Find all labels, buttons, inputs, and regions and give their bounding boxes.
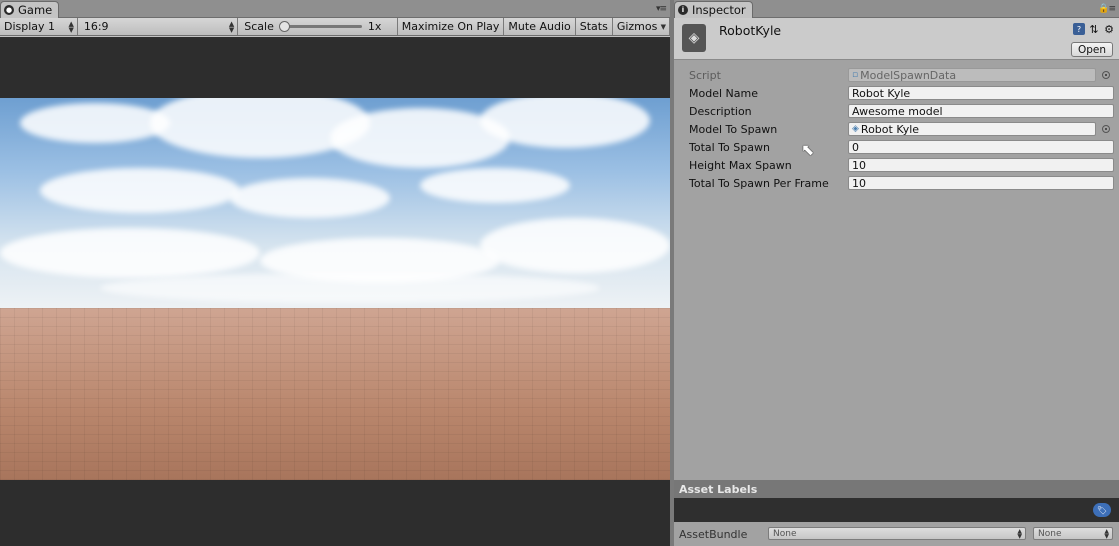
scale-slider-knob[interactable] xyxy=(278,21,290,32)
field-value: 0 xyxy=(852,140,859,154)
model-to-spawn-object-field[interactable]: ◈ Robot Kyle xyxy=(848,122,1110,136)
field-label: Total To Spawn xyxy=(689,140,770,154)
gizmos-label: Gizmos xyxy=(616,20,658,33)
model-name-input[interactable]: Robot Kyle xyxy=(848,86,1114,100)
stats-label: Stats xyxy=(579,20,608,33)
field-value: 10 xyxy=(852,176,866,190)
script-object-field: ▫ ModelSpawnData xyxy=(848,68,1110,82)
field-label: Description xyxy=(689,104,752,118)
tab-game[interactable]: ● Game xyxy=(0,1,60,18)
field-value: Awesome model xyxy=(852,104,943,118)
inspector-header: ◈ RobotKyle ? ⇅ ⚙ Open xyxy=(674,18,1119,60)
skybox xyxy=(0,98,670,310)
inspector-tab-bar: i Inspector 🔒≡ xyxy=(674,0,1119,18)
field-total-to-spawn: Total To Spawn 0 xyxy=(689,139,1114,155)
field-model-to-spawn: Model To Spawn ◈ Robot Kyle xyxy=(689,121,1114,137)
header-icons: ? ⇅ ⚙ xyxy=(1073,23,1115,36)
object-picker-icon[interactable] xyxy=(1102,125,1110,133)
scale-value: 1x xyxy=(367,20,382,33)
updown-arrow-icon: ▲ ▼ xyxy=(1104,528,1109,540)
letterbox-top xyxy=(0,37,670,98)
scale-control: Scale 1x xyxy=(238,18,398,35)
tab-game-label: Game xyxy=(18,3,53,17)
field-label: Model To Spawn xyxy=(689,122,778,136)
script-icon: ▫ xyxy=(852,70,859,80)
lock-menu-icon[interactable]: 🔒≡ xyxy=(1098,4,1116,14)
game-tab-bar: ● Game ▾≡ xyxy=(0,0,670,18)
stats-button[interactable]: Stats xyxy=(576,18,613,35)
open-button[interactable]: Open xyxy=(1070,42,1113,57)
display-select[interactable]: Display 1 ▲ ▼ xyxy=(0,18,78,35)
tag-icon[interactable]: 🏷 xyxy=(1093,503,1111,517)
field-height-max-spawn: Height Max Spawn 10 xyxy=(689,157,1114,173)
field-value: Robot Kyle xyxy=(860,122,920,136)
game-view-panel: ● Game ▾≡ Display 1 ▲ ▼ 16:9 ▲ ▼ Scale 1x … xyxy=(0,0,670,546)
asset-bundle-value: None xyxy=(773,528,797,539)
asset-name: RobotKyle xyxy=(719,23,782,38)
asset-bundle-label: AssetBundle xyxy=(679,527,748,541)
preset-sliders-icon[interactable]: ⇅ xyxy=(1088,23,1100,36)
field-value: ModelSpawnData xyxy=(860,68,957,82)
gear-icon[interactable]: ⚙ xyxy=(1103,23,1115,36)
total-to-spawn-per-frame-input[interactable]: 10 xyxy=(848,176,1114,190)
maximize-on-play-button[interactable]: Maximize On Play xyxy=(398,18,505,35)
field-value: 10 xyxy=(852,158,866,172)
letterbox-bottom xyxy=(0,480,670,546)
mouse-cursor-icon: ⬉ xyxy=(801,140,815,159)
wood-floor xyxy=(0,308,670,480)
dropdown-arrow-icon: ▼ xyxy=(660,23,666,31)
mute-audio-button[interactable]: Mute Audio xyxy=(504,18,576,35)
field-model-name: Model Name Robot Kyle xyxy=(689,85,1114,101)
gizmos-button[interactable]: Gizmos ▼ xyxy=(613,18,670,35)
description-input[interactable]: Awesome model xyxy=(848,104,1114,118)
field-label: Height Max Spawn xyxy=(689,158,792,172)
updown-arrow-icon: ▲ ▼ xyxy=(1017,528,1022,540)
game-render-view[interactable] xyxy=(0,98,670,480)
field-description: Description Awesome model xyxy=(689,103,1114,119)
total-to-spawn-input[interactable]: 0 xyxy=(848,140,1114,154)
updown-arrow-icon: ▲ ▼ xyxy=(68,20,74,34)
inspector-panel: i Inspector 🔒≡ ◈ RobotKyle ? ⇅ ⚙ Open Sc… xyxy=(674,0,1119,546)
maximize-on-play-label: Maximize On Play xyxy=(401,20,500,33)
game-toolbar: Display 1 ▲ ▼ 16:9 ▲ ▼ Scale 1x Maximize O… xyxy=(0,18,670,36)
info-icon: i xyxy=(678,5,688,15)
unity-asset-icon: ◈ xyxy=(682,24,706,52)
asset-bundle-variant-select[interactable]: None ▲ ▼ xyxy=(1033,527,1113,540)
field-value: Robot Kyle xyxy=(852,86,911,100)
asset-labels-header[interactable]: Asset Labels xyxy=(674,480,1119,498)
updown-arrow-icon: ▲ ▼ xyxy=(228,20,235,34)
mute-audio-label: Mute Audio xyxy=(508,20,571,33)
asset-bundle-select[interactable]: None ▲ ▼ xyxy=(768,527,1026,540)
scale-slider[interactable] xyxy=(278,21,362,32)
asset-bundle-row: AssetBundle None ▲ ▼ None ▲ ▼ xyxy=(674,522,1119,546)
field-label: Total To Spawn Per Frame xyxy=(689,176,829,190)
height-max-spawn-input[interactable]: 10 xyxy=(848,158,1114,172)
panel-menu-icon[interactable]: ▾≡ xyxy=(656,4,667,14)
field-label: Model Name xyxy=(689,86,758,100)
object-picker-icon xyxy=(1102,71,1110,79)
scale-label: Scale xyxy=(244,20,274,33)
aspect-select-value: 16:9 xyxy=(83,20,109,33)
field-total-to-spawn-per-frame: Total To Spawn Per Frame 10 xyxy=(689,175,1114,191)
asset-bundle-variant-value: None xyxy=(1038,528,1062,539)
field-label: Script xyxy=(689,68,721,82)
tab-inspector[interactable]: i Inspector xyxy=(674,1,753,18)
display-select-value: Display 1 xyxy=(4,20,56,33)
tab-inspector-label: Inspector xyxy=(692,3,746,17)
game-controller-icon: ● xyxy=(4,5,14,15)
field-script: Script ▫ ModelSpawnData xyxy=(689,67,1114,83)
prefab-cube-icon: ◈ xyxy=(852,124,859,134)
aspect-select[interactable]: 16:9 ▲ ▼ xyxy=(78,18,239,35)
help-book-icon[interactable]: ? xyxy=(1073,23,1085,35)
asset-labels-area: 🏷 xyxy=(674,498,1119,522)
